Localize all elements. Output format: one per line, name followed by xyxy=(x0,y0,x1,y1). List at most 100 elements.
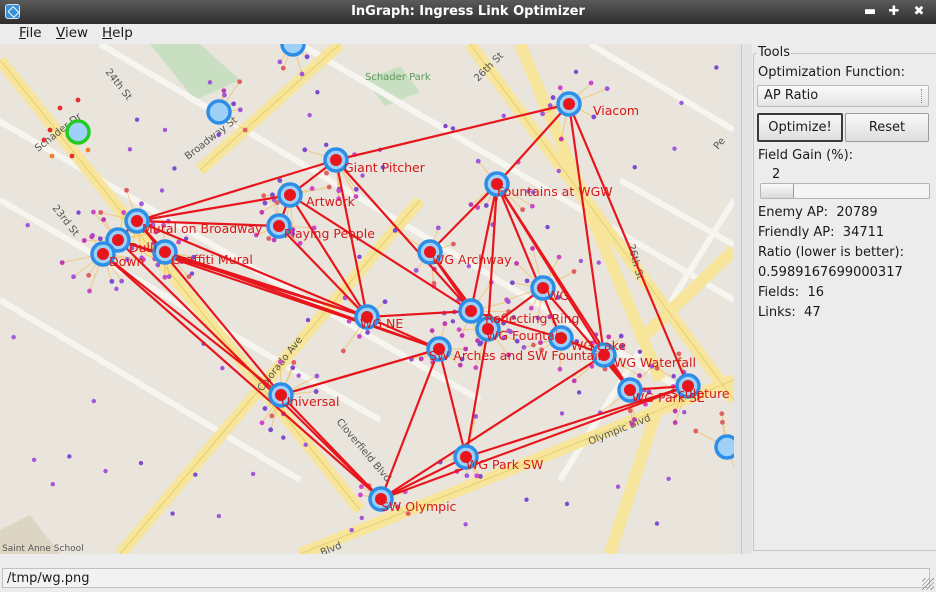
resonator-dot xyxy=(162,127,168,133)
minimize-icon[interactable]: ▬ xyxy=(861,3,879,21)
resonator-dot xyxy=(262,200,268,206)
portal-marker[interactable] xyxy=(206,99,232,125)
resonator-dot xyxy=(278,359,283,365)
slider-thumb[interactable] xyxy=(761,184,794,198)
portal-label: Universal xyxy=(281,394,339,409)
menu-bar: File View Help xyxy=(0,24,936,44)
resonator-dot xyxy=(429,328,435,334)
selected-portal-marker[interactable] xyxy=(65,119,91,145)
resonator-dot xyxy=(250,471,256,477)
resonator-dot xyxy=(637,349,643,354)
resonator-dot xyxy=(101,217,107,222)
portal-marker[interactable] xyxy=(556,91,582,117)
resonator-dot xyxy=(193,472,198,477)
resonator-dot xyxy=(477,341,483,347)
resonator-dot xyxy=(604,86,610,92)
resonator-dot xyxy=(359,515,364,521)
map-canvas[interactable]: Schader Park 26th St 24th St Broadway St… xyxy=(0,44,734,554)
optimization-function-label: Optimization Function: xyxy=(758,65,905,80)
menu-view[interactable]: View xyxy=(56,25,88,41)
resonator-dot xyxy=(357,333,362,339)
resize-grip-icon[interactable] xyxy=(922,578,934,590)
maximize-icon[interactable]: ✚ xyxy=(885,3,903,21)
status-bar: /tmp/wg.png xyxy=(0,566,936,592)
resonator-dot xyxy=(459,333,465,338)
menu-help[interactable]: Help xyxy=(102,25,133,41)
resonator-dot xyxy=(11,335,16,340)
resonator-dot xyxy=(91,209,96,215)
resonator-dot xyxy=(323,142,329,148)
resonator-dot xyxy=(220,365,225,371)
resonator-dot xyxy=(98,209,104,215)
map-svg[interactable]: Schader Park 26th St 24th St Broadway St… xyxy=(0,44,734,554)
portal-marker[interactable] xyxy=(277,182,303,208)
resonator-dot xyxy=(221,88,227,94)
portal-marker[interactable] xyxy=(280,44,306,57)
resonator-dot xyxy=(134,117,140,122)
resonator-dot xyxy=(69,153,75,159)
optimization-function-select[interactable]: AP Ratio xyxy=(757,85,929,107)
resonator-dot xyxy=(468,202,474,207)
resonator-dot xyxy=(47,127,53,133)
resonator-dot xyxy=(159,188,165,193)
portal-label: WG NE xyxy=(360,316,403,331)
resonator-dot xyxy=(121,210,127,215)
resonator-dot xyxy=(266,236,272,241)
enemy-ap: Enemy AP: 20789 xyxy=(758,205,878,220)
resonator-dot xyxy=(505,299,511,305)
resonator-dot xyxy=(25,222,30,228)
resonator-dot xyxy=(261,193,267,199)
resonator-dot xyxy=(558,136,564,142)
resonator-dot xyxy=(475,158,481,164)
resonator-dot xyxy=(531,342,536,348)
resonator-dot xyxy=(442,321,448,327)
resonator-dot xyxy=(524,278,530,284)
close-icon[interactable]: ✖ xyxy=(910,3,928,21)
resonator-dot xyxy=(463,522,468,527)
resonator-dot xyxy=(578,258,584,264)
resonator-dot xyxy=(528,305,534,311)
resonator-dot xyxy=(672,408,678,414)
portal-label: WG Park SW xyxy=(466,457,543,472)
resonator-dot xyxy=(450,319,456,324)
portal-marker[interactable] xyxy=(714,434,734,460)
reset-button[interactable]: Reset xyxy=(845,113,929,142)
enemy-ap-value: 20789 xyxy=(836,205,878,220)
resonator-dot xyxy=(557,85,563,91)
resonator-dot xyxy=(89,234,95,240)
optimize-button[interactable]: Optimize! xyxy=(757,113,843,142)
resonator-dot xyxy=(435,225,441,231)
split-pane-divider[interactable] xyxy=(734,44,752,554)
resonator-dot xyxy=(413,267,419,273)
resonator-dot xyxy=(259,420,265,426)
window-title: InGraph: Ingress Link Optimizer xyxy=(351,4,585,19)
links-value: 47 xyxy=(804,305,821,320)
resonator-dot xyxy=(382,299,388,305)
menu-file[interactable]: File xyxy=(19,25,42,41)
resonator-dot xyxy=(315,90,320,95)
resonator-dot xyxy=(509,280,515,286)
resonator-dot xyxy=(296,373,301,378)
resonator-dot xyxy=(309,186,315,191)
portal-marker[interactable] xyxy=(458,298,484,324)
resonator-dot xyxy=(262,406,268,411)
resonator-dot xyxy=(550,95,556,100)
resonator-dot xyxy=(109,278,115,284)
resonator-dot xyxy=(75,97,81,103)
resonator-dot xyxy=(530,246,535,251)
resonator-dot xyxy=(314,373,320,379)
resonator-dot xyxy=(524,497,529,502)
resonator-dot xyxy=(450,126,456,131)
resonator-dot xyxy=(127,147,133,152)
portal-label: WG Fountain xyxy=(486,328,566,343)
field-gain-slider[interactable] xyxy=(760,183,930,199)
resonator-dot xyxy=(672,420,678,425)
resonator-dot xyxy=(326,184,332,190)
resonator-dot xyxy=(290,365,296,371)
resonator-dot xyxy=(268,427,274,433)
resonator-dot xyxy=(59,260,65,266)
resonator-dot xyxy=(464,473,470,479)
resonator-dot xyxy=(139,201,144,207)
portal-label: Artwork xyxy=(306,194,356,209)
resonator-dot xyxy=(281,435,286,440)
